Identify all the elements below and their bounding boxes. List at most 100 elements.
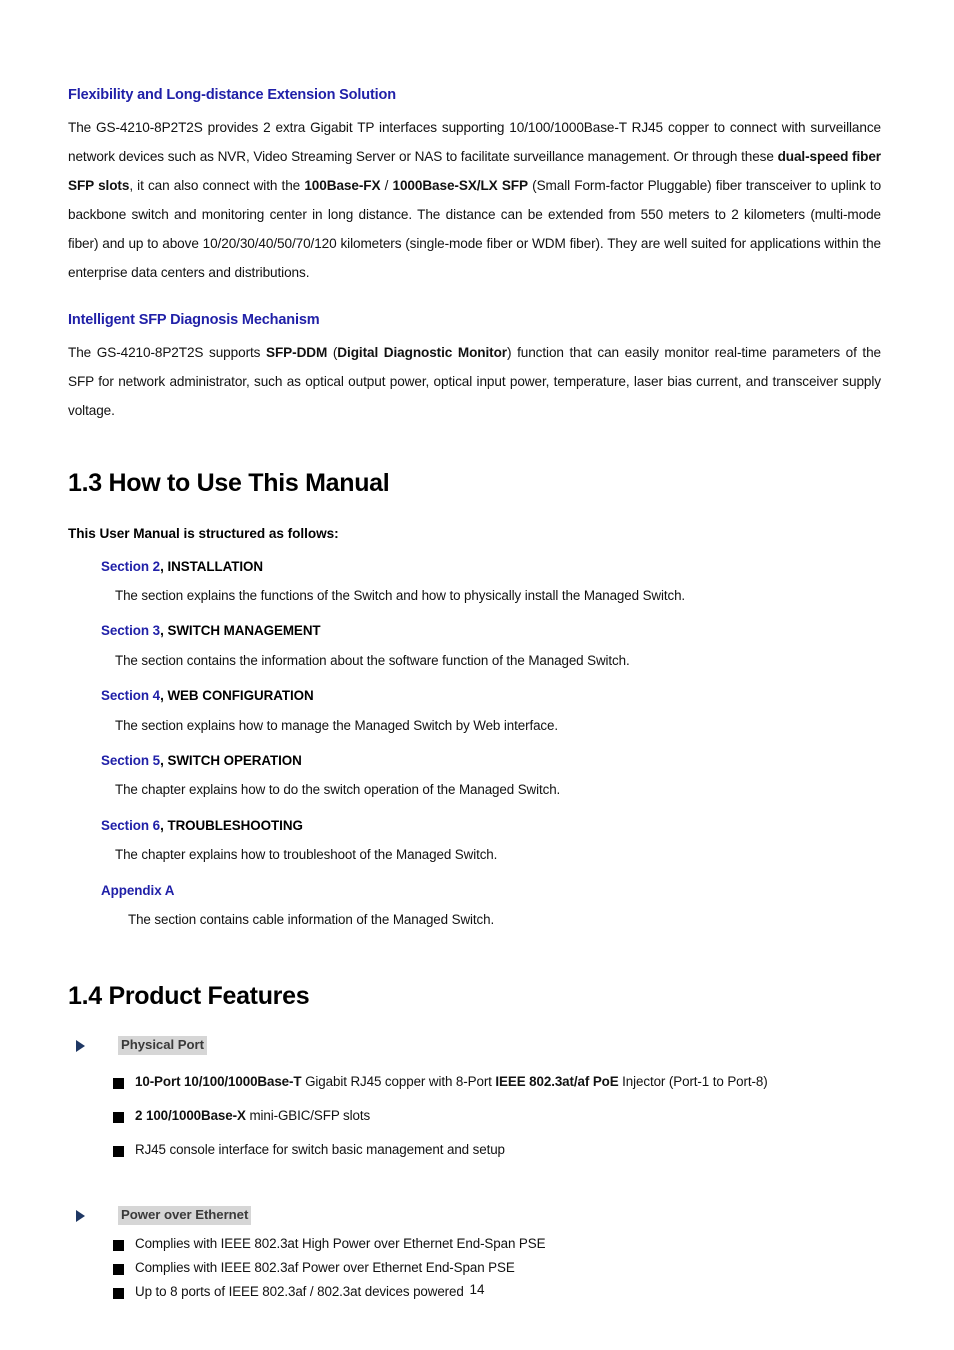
text-run: / xyxy=(380,177,393,193)
feature-group-gap xyxy=(68,1225,881,1236)
manual-section-number: Section 5 xyxy=(101,753,161,769)
entry-trailing-gap xyxy=(68,863,881,883)
manual-section-description: The section explains how to manage the M… xyxy=(115,717,558,733)
feature-group-gap xyxy=(68,1055,881,1074)
entry-gap xyxy=(68,704,881,718)
triangle-bullet-icon xyxy=(76,1209,85,1222)
manual-section-entry: Section 2, INSTALLATION The section expla… xyxy=(68,559,881,624)
manual-section-name: WEB CONFIGURATION xyxy=(167,688,314,704)
heading-sfp-diagnosis: Intelligent SFP Diagnosis Mechanism xyxy=(68,311,320,328)
page-number: 14 xyxy=(469,1282,485,1297)
section-title-product-features: 1.4 Product Features xyxy=(68,981,310,1010)
manual-section-description: The chapter explains how to troubleshoot… xyxy=(115,847,498,863)
paragraph-sfp-diagnosis: The GS-4210-8P2T2S supports SFP-DDM (Dig… xyxy=(68,338,881,425)
entry-gap xyxy=(68,898,881,912)
bold-run: Digital Diagnostic Monitor xyxy=(337,344,508,360)
manual-section-entry-heading[interactable]: Section 4, WEB CONFIGURATION xyxy=(101,688,881,703)
feature-list-item-text: RJ45 console interface for switch basic … xyxy=(135,1142,505,1158)
bold-run: 10-Port 10/100/1000Base-T xyxy=(135,1074,302,1090)
text-run: Gigabit RJ45 copper with 8-Port xyxy=(301,1074,496,1090)
text-run: mini-GBIC/SFP slots xyxy=(245,1108,371,1124)
text-run: (Small Form-factor Pluggable) fiber tran… xyxy=(68,177,882,280)
manual-section-entry-heading[interactable]: Section 5, SWITCH OPERATION xyxy=(101,753,881,768)
product-feature-groups: Physical Port 10-Port 10/100/1000Base-T G… xyxy=(68,1036,881,1300)
manual-section-entry: Section 4, WEB CONFIGURATION The section … xyxy=(68,688,881,753)
paragraph-flexibility: The GS-4210-8P2T2S provides 2 extra Giga… xyxy=(68,113,881,287)
text-run: , it can also connect with the xyxy=(129,177,305,193)
manual-section-entry-heading[interactable]: Appendix A xyxy=(101,883,881,898)
manual-section-name: INSTALLATION xyxy=(167,558,264,574)
feature-group-heading: Power over Ethernet xyxy=(68,1206,881,1226)
manual-section-number: Section 4 xyxy=(101,688,161,704)
manual-section-number: Section 6 xyxy=(101,817,161,833)
feature-list-item-text: 10-Port 10/100/1000Base-T Gigabit RJ45 c… xyxy=(135,1074,768,1090)
manual-section-entry-heading[interactable]: Section 2, INSTALLATION xyxy=(101,559,881,574)
how-to-use-intro: This User Manual is structured as follow… xyxy=(68,525,339,541)
feature-list-item-text: 2 100/1000Base-X mini-GBIC/SFP slots xyxy=(135,1108,370,1124)
heading-flexibility: Flexibility and Long-distance Extension … xyxy=(68,87,396,103)
feature-list-item: 10-Port 10/100/1000Base-T Gigabit RJ45 c… xyxy=(68,1074,881,1090)
entry-gap xyxy=(68,833,881,847)
section-title-how-to-use: 1.3 How to Use This Manual xyxy=(68,468,390,497)
feature-list-item-text: Complies with IEEE 802.3at High Power ov… xyxy=(135,1236,546,1252)
manual-section-number: Section 2 xyxy=(101,558,161,574)
feature-list-item: RJ45 console interface for switch basic … xyxy=(68,1142,881,1158)
manual-section-description: The section explains the functions of th… xyxy=(115,588,686,604)
entry-trailing-gap xyxy=(68,798,881,818)
manual-section-description: The section contains the information abo… xyxy=(115,652,630,668)
feature-item-gap xyxy=(68,1090,881,1108)
text-run: Injector (Port-1 to Port-8) xyxy=(618,1074,768,1090)
text-run: Complies with IEEE 802.3af Power over Et… xyxy=(135,1260,515,1276)
manual-section-number: Section 3 xyxy=(101,623,161,639)
bold-run: 1000Base-SX/LX SFP xyxy=(392,177,528,193)
feature-list-item: Complies with IEEE 802.3at High Power ov… xyxy=(68,1236,881,1252)
entry-gap xyxy=(68,768,881,782)
entry-gap xyxy=(68,574,881,588)
bold-run: 2 100/1000Base-X xyxy=(135,1108,246,1124)
manual-section-entry: Section 3, SWITCH MANAGEMENT The section … xyxy=(68,623,881,688)
manual-section-description: The chapter explains how to do the switc… xyxy=(115,782,561,798)
manual-section-list: Section 2, INSTALLATION The section expla… xyxy=(68,559,881,928)
manual-section-entry-heading[interactable]: Section 6, TROUBLESHOOTING xyxy=(101,818,881,833)
manual-section-entry: Section 6, TROUBLESHOOTING The chapter ex… xyxy=(68,818,881,883)
feature-group-label: Power over Ethernet xyxy=(118,1206,252,1226)
manual-section-name: SWITCH MANAGEMENT xyxy=(167,623,321,639)
feature-item-gap xyxy=(68,1252,881,1260)
section-sfp-diagnosis: Intelligent SFP Diagnosis Mechanism The … xyxy=(68,311,881,425)
manual-section-description: The section contains cable information o… xyxy=(128,912,495,928)
text-run: The GS-4210-8P2T2S provides 2 extra Giga… xyxy=(68,119,881,164)
square-bullet-icon xyxy=(113,1078,124,1090)
entry-gap xyxy=(68,639,881,653)
text-run: The GS-4210-8P2T2S supports xyxy=(68,344,266,360)
square-bullet-icon xyxy=(113,1264,124,1276)
feature-group-spacer xyxy=(68,1158,881,1206)
text-run: RJ45 console interface for switch basic … xyxy=(135,1142,505,1158)
feature-list-item: Complies with IEEE 802.3af Power over Et… xyxy=(68,1260,881,1276)
bold-run: SFP-DDM xyxy=(266,344,328,360)
text-run: ( xyxy=(327,344,338,360)
text-run: Complies with IEEE 802.3at High Power ov… xyxy=(135,1236,546,1252)
square-bullet-icon xyxy=(113,1112,124,1124)
entry-trailing-gap xyxy=(68,603,881,623)
entry-trailing-gap xyxy=(68,733,881,753)
manual-section-entry: Section 5, SWITCH OPERATION The chapter e… xyxy=(68,753,881,818)
document-page: Flexibility and Long-distance Extension … xyxy=(0,0,954,1350)
feature-group: Physical Port 10-Port 10/100/1000Base-T G… xyxy=(68,1036,881,1158)
feature-group-heading: Physical Port xyxy=(68,1036,881,1056)
square-bullet-icon xyxy=(113,1240,124,1252)
feature-list-item: 2 100/1000Base-X mini-GBIC/SFP slots xyxy=(68,1108,881,1124)
section-flexibility: Flexibility and Long-distance Extension … xyxy=(68,87,881,287)
bold-run: 100Base-FX xyxy=(304,177,381,193)
square-bullet-icon xyxy=(113,1146,124,1158)
manual-section-name: TROUBLESHOOTING xyxy=(167,817,303,833)
manual-section-entry: Appendix A The section contains cable inf… xyxy=(68,883,881,928)
feature-group-label: Physical Port xyxy=(118,1036,207,1056)
feature-list-item-text: Complies with IEEE 802.3af Power over Et… xyxy=(135,1260,515,1276)
entry-trailing-gap xyxy=(68,668,881,688)
manual-section-entry-heading[interactable]: Section 3, SWITCH MANAGEMENT xyxy=(101,623,881,638)
